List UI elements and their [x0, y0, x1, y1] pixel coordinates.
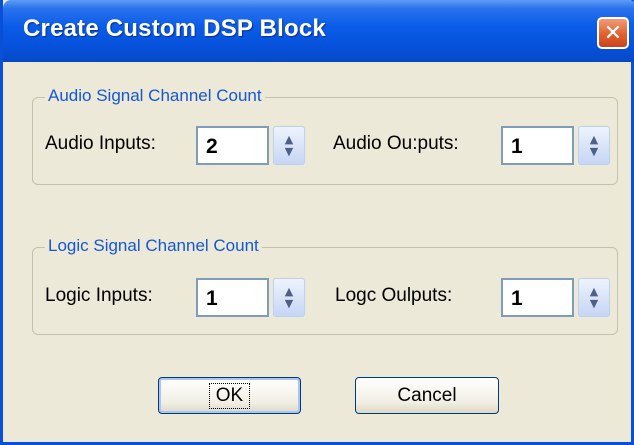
- window-title: Create Custom DSP Block: [23, 15, 326, 42]
- logic-outputs-stepper[interactable]: ▲ ▼: [578, 278, 610, 317]
- ok-button[interactable]: OK: [158, 377, 301, 414]
- audio-outputs-field[interactable]: 1: [501, 126, 574, 165]
- audio-inputs-value: 2: [206, 135, 218, 158]
- cancel-button-label: Cancel: [397, 384, 457, 406]
- cancel-button[interactable]: Cancel: [355, 377, 499, 414]
- logic-outputs-field[interactable]: 1: [501, 278, 574, 317]
- logic-group-legend: Logic Signal Channel Count: [45, 236, 262, 256]
- spin-down-icon[interactable]: ▼: [285, 145, 293, 158]
- spin-down-icon[interactable]: ▼: [285, 297, 293, 310]
- spin-down-icon[interactable]: ▼: [590, 297, 598, 310]
- title-bar[interactable]: Create Custom DSP Block ✕: [3, 0, 634, 62]
- close-icon: ✕: [603, 20, 623, 46]
- logic-outputs-value: 1: [511, 287, 523, 310]
- logic-inputs-value: 1: [206, 287, 218, 310]
- audio-inputs-stepper[interactable]: ▲ ▼: [273, 126, 305, 165]
- logic-inputs-field[interactable]: 1: [196, 278, 269, 317]
- spin-up-icon[interactable]: ▲: [285, 133, 293, 146]
- audio-outputs-value: 1: [511, 135, 523, 158]
- logic-inputs-spinner: 1 ▲ ▼: [196, 278, 305, 317]
- audio-outputs-label: Audio Ou:puts:: [333, 133, 459, 154]
- audio-inputs-spinner: 2 ▲ ▼: [196, 126, 305, 165]
- audio-group-legend: Audio Signal Channel Count: [45, 86, 265, 106]
- close-button[interactable]: ✕: [597, 17, 629, 49]
- audio-inputs-label: Audio Inputs:: [45, 133, 156, 154]
- spin-up-icon[interactable]: ▲: [590, 285, 598, 298]
- spin-down-icon[interactable]: ▼: [590, 145, 598, 158]
- logic-outputs-label: Logc Oulputs:: [335, 285, 453, 306]
- spin-up-icon[interactable]: ▲: [590, 133, 598, 146]
- audio-inputs-field[interactable]: 2: [196, 126, 269, 165]
- ok-button-label: OK: [208, 382, 251, 409]
- logic-inputs-stepper[interactable]: ▲ ▼: [273, 278, 305, 317]
- logic-inputs-label: Logic Inputs:: [45, 285, 153, 306]
- audio-outputs-spinner: 1 ▲ ▼: [501, 126, 610, 165]
- audio-outputs-stepper[interactable]: ▲ ▼: [578, 126, 610, 165]
- logic-outputs-spinner: 1 ▲ ▼: [501, 278, 610, 317]
- spin-up-icon[interactable]: ▲: [285, 285, 293, 298]
- dialog-window: Create Custom DSP Block ✕ Audio Signal C…: [0, 0, 634, 445]
